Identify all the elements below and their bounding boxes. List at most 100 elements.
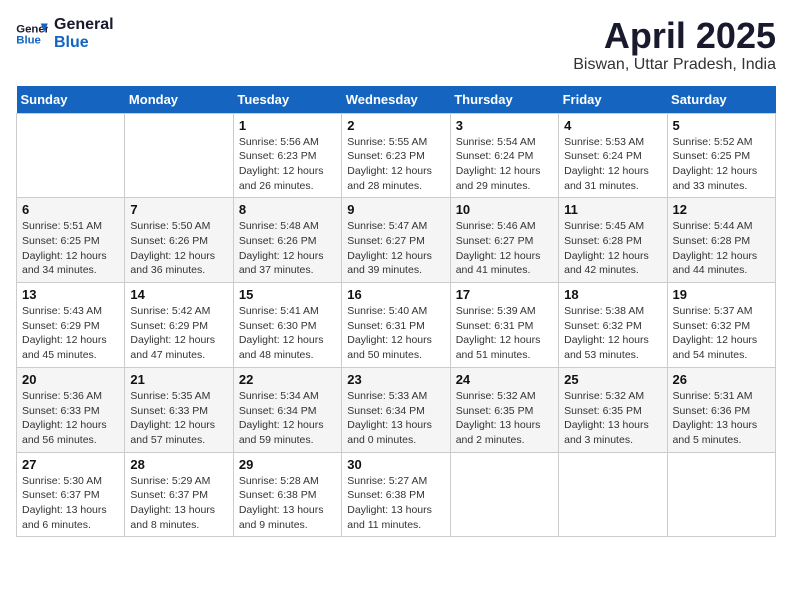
day-number: 3 (456, 118, 553, 133)
day-detail: Sunrise: 5:55 AM Sunset: 6:23 PM Dayligh… (347, 135, 444, 194)
day-cell (17, 113, 125, 198)
day-cell: 22 Sunrise: 5:34 AM Sunset: 6:34 PM Dayli… (233, 367, 341, 452)
day-detail: Sunrise: 5:43 AM Sunset: 6:29 PM Dayligh… (22, 304, 119, 363)
day-number: 2 (347, 118, 444, 133)
day-number: 5 (673, 118, 770, 133)
day-cell: 18 Sunrise: 5:38 AM Sunset: 6:32 PM Dayli… (559, 283, 667, 368)
month-title: April 2025 (573, 16, 776, 56)
day-cell: 3 Sunrise: 5:54 AM Sunset: 6:24 PM Daylig… (450, 113, 558, 198)
day-detail: Sunrise: 5:47 AM Sunset: 6:27 PM Dayligh… (347, 219, 444, 278)
week-row-3: 13 Sunrise: 5:43 AM Sunset: 6:29 PM Dayli… (17, 283, 776, 368)
day-detail: Sunrise: 5:39 AM Sunset: 6:31 PM Dayligh… (456, 304, 553, 363)
day-cell: 21Sunrise: 5:35 AM Sunset: 6:33 PM Dayli… (125, 367, 233, 452)
day-detail: Sunrise: 5:38 AM Sunset: 6:32 PM Dayligh… (564, 304, 661, 363)
header-cell-saturday: Saturday (667, 86, 775, 114)
day-detail: Sunrise: 5:35 AM Sunset: 6:33 PM Dayligh… (130, 389, 227, 448)
page-header: General Blue General Blue April 2025 Bis… (16, 16, 776, 74)
day-number: 20 (22, 372, 119, 387)
day-cell: 4 Sunrise: 5:53 AM Sunset: 6:24 PM Daylig… (559, 113, 667, 198)
day-number: 18 (564, 287, 661, 302)
day-detail: Sunrise: 5:32 AM Sunset: 6:35 PM Dayligh… (564, 389, 661, 448)
day-cell: 15Sunrise: 5:41 AM Sunset: 6:30 PM Dayli… (233, 283, 341, 368)
day-detail: Sunrise: 5:30 AM Sunset: 6:37 PM Dayligh… (22, 474, 119, 533)
day-detail: Sunrise: 5:52 AM Sunset: 6:25 PM Dayligh… (673, 135, 770, 194)
day-detail: Sunrise: 5:31 AM Sunset: 6:36 PM Dayligh… (673, 389, 770, 448)
day-number: 4 (564, 118, 661, 133)
day-cell: 8 Sunrise: 5:48 AM Sunset: 6:26 PM Daylig… (233, 198, 341, 283)
day-detail: Sunrise: 5:34 AM Sunset: 6:34 PM Dayligh… (239, 389, 336, 448)
day-number: 7 (130, 202, 227, 217)
day-cell: 7Sunrise: 5:50 AM Sunset: 6:26 PM Daylig… (125, 198, 233, 283)
day-cell: 29Sunrise: 5:28 AM Sunset: 6:38 PM Dayli… (233, 452, 341, 537)
day-detail: Sunrise: 5:33 AM Sunset: 6:34 PM Dayligh… (347, 389, 444, 448)
day-cell (125, 113, 233, 198)
header-cell-wednesday: Wednesday (342, 86, 450, 114)
week-row-4: 20 Sunrise: 5:36 AM Sunset: 6:33 PM Dayli… (17, 367, 776, 452)
day-number: 13 (22, 287, 119, 302)
day-cell: 28 Sunrise: 5:29 AM Sunset: 6:37 PM Dayli… (125, 452, 233, 537)
day-detail: Sunrise: 5:37 AM Sunset: 6:32 PM Dayligh… (673, 304, 770, 363)
location: Biswan, Uttar Pradesh, India (573, 56, 776, 74)
day-cell (450, 452, 558, 537)
day-number: 8 (239, 202, 336, 217)
week-row-1: 1 Sunrise: 5:56 AM Sunset: 6:23 PM Daylig… (17, 113, 776, 198)
header-cell-sunday: Sunday (17, 86, 125, 114)
day-number: 28 (130, 457, 227, 472)
day-detail: Sunrise: 5:28 AM Sunset: 6:38 PM Dayligh… (239, 474, 336, 533)
title-block: April 2025 Biswan, Uttar Pradesh, India (573, 16, 776, 74)
day-detail: Sunrise: 5:48 AM Sunset: 6:26 PM Dayligh… (239, 219, 336, 278)
day-number: 24 (456, 372, 553, 387)
week-row-2: 6 Sunrise: 5:51 AM Sunset: 6:25 PM Daylig… (17, 198, 776, 283)
logo-text-general: General (54, 16, 114, 34)
day-detail: Sunrise: 5:51 AM Sunset: 6:25 PM Dayligh… (22, 219, 119, 278)
day-detail: Sunrise: 5:54 AM Sunset: 6:24 PM Dayligh… (456, 135, 553, 194)
day-cell: 25 Sunrise: 5:32 AM Sunset: 6:35 PM Dayli… (559, 367, 667, 452)
calendar-table: SundayMondayTuesdayWednesdayThursdayFrid… (16, 86, 776, 538)
header-cell-monday: Monday (125, 86, 233, 114)
day-number: 19 (673, 287, 770, 302)
day-cell: 23Sunrise: 5:33 AM Sunset: 6:34 PM Dayli… (342, 367, 450, 452)
day-number: 26 (673, 372, 770, 387)
day-number: 27 (22, 457, 119, 472)
day-number: 14 (130, 287, 227, 302)
day-cell: 19 Sunrise: 5:37 AM Sunset: 6:32 PM Dayli… (667, 283, 775, 368)
day-detail: Sunrise: 5:53 AM Sunset: 6:24 PM Dayligh… (564, 135, 661, 194)
day-detail: Sunrise: 5:27 AM Sunset: 6:38 PM Dayligh… (347, 474, 444, 533)
day-cell: 6 Sunrise: 5:51 AM Sunset: 6:25 PM Daylig… (17, 198, 125, 283)
day-number: 6 (22, 202, 119, 217)
day-detail: Sunrise: 5:56 AM Sunset: 6:23 PM Dayligh… (239, 135, 336, 194)
day-detail: Sunrise: 5:29 AM Sunset: 6:37 PM Dayligh… (130, 474, 227, 533)
day-cell: 26 Sunrise: 5:31 AM Sunset: 6:36 PM Dayli… (667, 367, 775, 452)
header-cell-friday: Friday (559, 86, 667, 114)
day-cell: 30 Sunrise: 5:27 AM Sunset: 6:38 PM Dayli… (342, 452, 450, 537)
day-detail: Sunrise: 5:36 AM Sunset: 6:33 PM Dayligh… (22, 389, 119, 448)
day-number: 25 (564, 372, 661, 387)
day-detail: Sunrise: 5:41 AM Sunset: 6:30 PM Dayligh… (239, 304, 336, 363)
day-number: 30 (347, 457, 444, 472)
day-cell: 11 Sunrise: 5:45 AM Sunset: 6:28 PM Dayli… (559, 198, 667, 283)
day-cell (667, 452, 775, 537)
day-detail: Sunrise: 5:45 AM Sunset: 6:28 PM Dayligh… (564, 219, 661, 278)
day-detail: Sunrise: 5:46 AM Sunset: 6:27 PM Dayligh… (456, 219, 553, 278)
header-row: SundayMondayTuesdayWednesdayThursdayFrid… (17, 86, 776, 114)
logo-icon: General Blue (16, 20, 48, 48)
day-cell: 5 Sunrise: 5:52 AM Sunset: 6:25 PM Daylig… (667, 113, 775, 198)
day-cell: 14Sunrise: 5:42 AM Sunset: 6:29 PM Dayli… (125, 283, 233, 368)
calendar-header: SundayMondayTuesdayWednesdayThursdayFrid… (17, 86, 776, 114)
day-number: 1 (239, 118, 336, 133)
day-cell: 27 Sunrise: 5:30 AM Sunset: 6:37 PM Dayli… (17, 452, 125, 537)
day-number: 22 (239, 372, 336, 387)
header-cell-thursday: Thursday (450, 86, 558, 114)
day-number: 11 (564, 202, 661, 217)
week-row-5: 27 Sunrise: 5:30 AM Sunset: 6:37 PM Dayli… (17, 452, 776, 537)
header-cell-tuesday: Tuesday (233, 86, 341, 114)
day-detail: Sunrise: 5:32 AM Sunset: 6:35 PM Dayligh… (456, 389, 553, 448)
day-detail: Sunrise: 5:40 AM Sunset: 6:31 PM Dayligh… (347, 304, 444, 363)
logo-text-blue: Blue (54, 34, 114, 52)
day-number: 17 (456, 287, 553, 302)
day-number: 10 (456, 202, 553, 217)
logo: General Blue General Blue (16, 16, 114, 51)
day-cell: 20 Sunrise: 5:36 AM Sunset: 6:33 PM Dayli… (17, 367, 125, 452)
day-cell: 16Sunrise: 5:40 AM Sunset: 6:31 PM Dayli… (342, 283, 450, 368)
day-cell: 17 Sunrise: 5:39 AM Sunset: 6:31 PM Dayli… (450, 283, 558, 368)
